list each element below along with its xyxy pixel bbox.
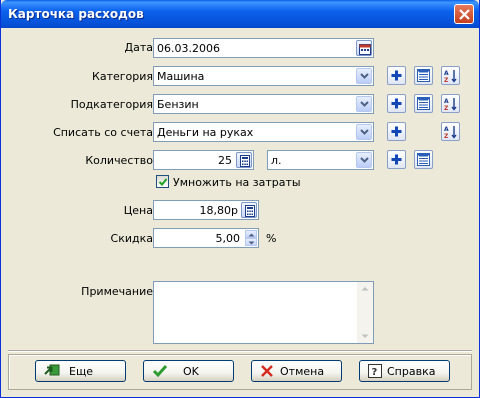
unit-dropdown-button[interactable] xyxy=(356,152,372,168)
calculator-icon xyxy=(245,205,255,217)
subcategory-label: Подкатегория xyxy=(70,98,153,111)
discount-field[interactable]: 5,00 xyxy=(153,228,259,248)
checkmark-icon xyxy=(152,365,168,378)
calendar-icon xyxy=(359,44,371,55)
list-icon xyxy=(417,153,430,166)
spin-up-button[interactable] xyxy=(245,230,257,238)
category-select[interactable]: Машина xyxy=(153,66,374,86)
more-button[interactable]: Еще xyxy=(35,360,126,382)
account-select[interactable]: Деньги на руках xyxy=(153,122,374,142)
quantity-field[interactable]: 25 xyxy=(153,150,254,170)
svg-text:Z: Z xyxy=(444,105,449,111)
help-icon: ? xyxy=(368,364,382,378)
date-value: 06.03.2006 xyxy=(157,42,220,55)
dialog-body: Дата 06.03.2006 Категория Машина A Z Под… xyxy=(4,28,476,394)
divider xyxy=(8,350,472,352)
subcategory-value: Бензин xyxy=(157,98,199,111)
calculator-icon xyxy=(240,155,250,167)
discount-spinner[interactable] xyxy=(245,230,257,246)
ok-button-label: OK xyxy=(183,365,199,378)
chevron-down-icon xyxy=(360,101,369,107)
note-textarea[interactable] xyxy=(153,281,374,344)
cancel-button-label: Отмена xyxy=(280,365,325,378)
ok-button[interactable]: OK xyxy=(143,360,234,382)
add-subcategory-button[interactable] xyxy=(387,94,406,113)
title-bar[interactable]: Карточка расходов xyxy=(1,0,479,28)
multiply-label[interactable]: Умножить на затраты xyxy=(173,176,301,189)
list-icon xyxy=(417,69,430,82)
svg-text:A: A xyxy=(444,126,449,133)
quantity-calculator-button[interactable] xyxy=(236,152,252,168)
sort-subcategory-button[interactable]: A Z xyxy=(441,94,460,113)
close-icon xyxy=(459,9,470,20)
account-label: Списать со счета xyxy=(53,126,153,139)
discount-value: 5,00 xyxy=(215,232,241,245)
close-icon xyxy=(261,365,273,377)
unit-list-button[interactable] xyxy=(414,150,433,169)
date-field[interactable]: 06.03.2006 xyxy=(153,38,374,58)
discount-unit: % xyxy=(266,232,277,245)
quantity-value: 25 xyxy=(218,154,232,167)
plus-icon xyxy=(391,154,402,165)
help-button-label: Справка xyxy=(387,365,436,378)
svg-text:A: A xyxy=(444,70,449,77)
svg-text:?: ? xyxy=(372,367,378,378)
category-dropdown-button[interactable] xyxy=(356,68,372,84)
price-label: Цена xyxy=(123,204,153,217)
subcategory-list-button[interactable] xyxy=(414,94,433,113)
arrow-up-icon xyxy=(248,233,255,237)
category-value: Машина xyxy=(157,70,205,83)
account-value: Деньги на руках xyxy=(157,126,254,139)
note-scrollbar[interactable] xyxy=(357,282,373,343)
svg-text:A: A xyxy=(444,98,449,105)
price-calculator-button[interactable] xyxy=(241,202,257,218)
close-button[interactable] xyxy=(454,4,474,24)
plus-icon xyxy=(391,70,402,81)
category-list-button[interactable] xyxy=(414,66,433,85)
calendar-button[interactable] xyxy=(356,40,372,56)
quantity-label: Количество xyxy=(85,154,153,167)
dialog-window: Карточка расходов Дата 06.03.2006 Катего… xyxy=(0,0,480,398)
sort-az-icon: A Z xyxy=(444,70,457,83)
category-label: Категория xyxy=(92,70,153,83)
unit-value: л. xyxy=(271,154,282,167)
scroll-down-icon[interactable] xyxy=(361,334,369,339)
scroll-up-icon[interactable] xyxy=(361,286,369,291)
add-unit-button[interactable] xyxy=(387,150,406,169)
note-label: Примечание xyxy=(81,285,153,298)
discount-label: Скидка xyxy=(110,232,153,245)
arrow-down-icon xyxy=(248,241,255,245)
cancel-button[interactable]: Отмена xyxy=(251,360,342,382)
subcategory-dropdown-button[interactable] xyxy=(356,96,372,112)
account-dropdown-button[interactable] xyxy=(356,124,372,140)
svg-text:Z: Z xyxy=(444,77,449,83)
plus-icon xyxy=(391,126,402,137)
date-label: Дата xyxy=(124,41,153,54)
more-icon xyxy=(44,364,60,376)
list-icon xyxy=(417,97,430,110)
add-category-button[interactable] xyxy=(387,66,406,85)
price-value: 18,80р xyxy=(199,204,238,217)
svg-text:Z: Z xyxy=(444,133,449,139)
checkmark-icon xyxy=(158,178,168,186)
chevron-down-icon xyxy=(360,129,369,135)
window-title: Карточка расходов xyxy=(8,7,144,21)
spin-down-button[interactable] xyxy=(245,238,257,246)
sort-az-icon: A Z xyxy=(444,126,457,139)
sort-category-button[interactable]: A Z xyxy=(441,66,460,85)
price-field[interactable]: 18,80р xyxy=(153,200,259,220)
sort-az-icon: A Z xyxy=(444,98,457,111)
subcategory-select[interactable]: Бензин xyxy=(153,94,374,114)
unit-select[interactable]: л. xyxy=(267,150,374,170)
chevron-down-icon xyxy=(360,157,369,163)
more-button-label: Еще xyxy=(69,365,94,378)
chevron-down-icon xyxy=(360,73,369,79)
plus-icon xyxy=(391,98,402,109)
multiply-checkbox[interactable] xyxy=(156,175,169,188)
help-button[interactable]: ? Справка xyxy=(359,360,450,382)
sort-account-button[interactable]: A Z xyxy=(441,122,460,141)
add-account-button[interactable] xyxy=(387,122,406,141)
